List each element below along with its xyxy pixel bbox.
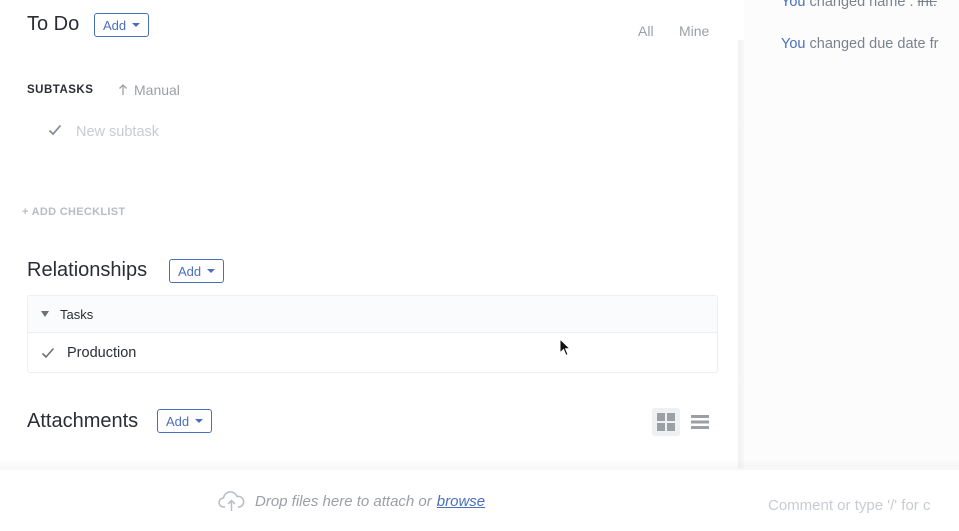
mouse-cursor-icon [559,338,571,357]
comment-input[interactable] [766,494,959,516]
grid-view-button[interactable] [652,408,680,436]
relationship-item-label: Production [67,345,137,361]
dropzone-text: Drop files here to attach or [255,492,432,510]
relationships-add-label: Add [178,263,202,279]
subtasks-sort-button[interactable]: Manual [118,82,180,98]
subtasks-sort-label: Manual [134,82,180,98]
relationships-group-label: Tasks [60,306,94,322]
check-icon [48,124,62,136]
arrow-up-icon [119,84,127,95]
activity-actor: You [781,36,806,52]
todo-add-label: Add [103,17,127,33]
list-view-button[interactable] [686,408,714,436]
activity-text: changed name : [809,0,914,10]
add-checklist-button[interactable]: + ADD CHECKLIST [22,206,125,218]
browse-link[interactable]: browse [437,493,485,510]
activity-text: changed due date fr [809,36,939,52]
cloud-upload-icon [218,491,245,511]
check-icon [41,347,55,359]
attachments-title: Attachments [27,410,139,432]
activity-actor: You [781,0,806,10]
subtasks-heading: SUBTASKS [27,84,94,96]
relationships-title: Relationships [27,259,148,281]
activity-entry: You changed due date fr [781,36,959,52]
relationships-panel: Tasks Production [27,295,718,373]
activity-panel [744,0,959,467]
filter-mine[interactable]: Mine [679,23,709,39]
list-icon [691,415,709,429]
bottom-shadow [0,460,959,470]
grid-icon [657,413,675,431]
new-subtask-input[interactable] [74,120,438,144]
activity-entry: You changed name : int. [781,0,937,10]
list-item[interactable]: Production [28,333,717,373]
todo-add-button[interactable]: Add [94,13,150,37]
filter-all[interactable]: All [638,23,654,39]
attachment-dropzone[interactable]: Drop files here to attach or browse [218,490,485,512]
caret-down-icon [41,311,49,317]
chevron-down-icon [195,419,204,423]
relationships-add-button[interactable]: Add [169,259,225,283]
activity-old-value: int. [917,0,937,10]
chevron-down-icon [132,23,141,27]
attachments-add-button[interactable]: Add [157,409,213,433]
attachments-add-label: Add [166,413,190,429]
relationships-group-tasks[interactable]: Tasks [28,296,717,333]
chevron-down-icon [207,269,216,273]
todo-title: To Do [27,13,80,35]
